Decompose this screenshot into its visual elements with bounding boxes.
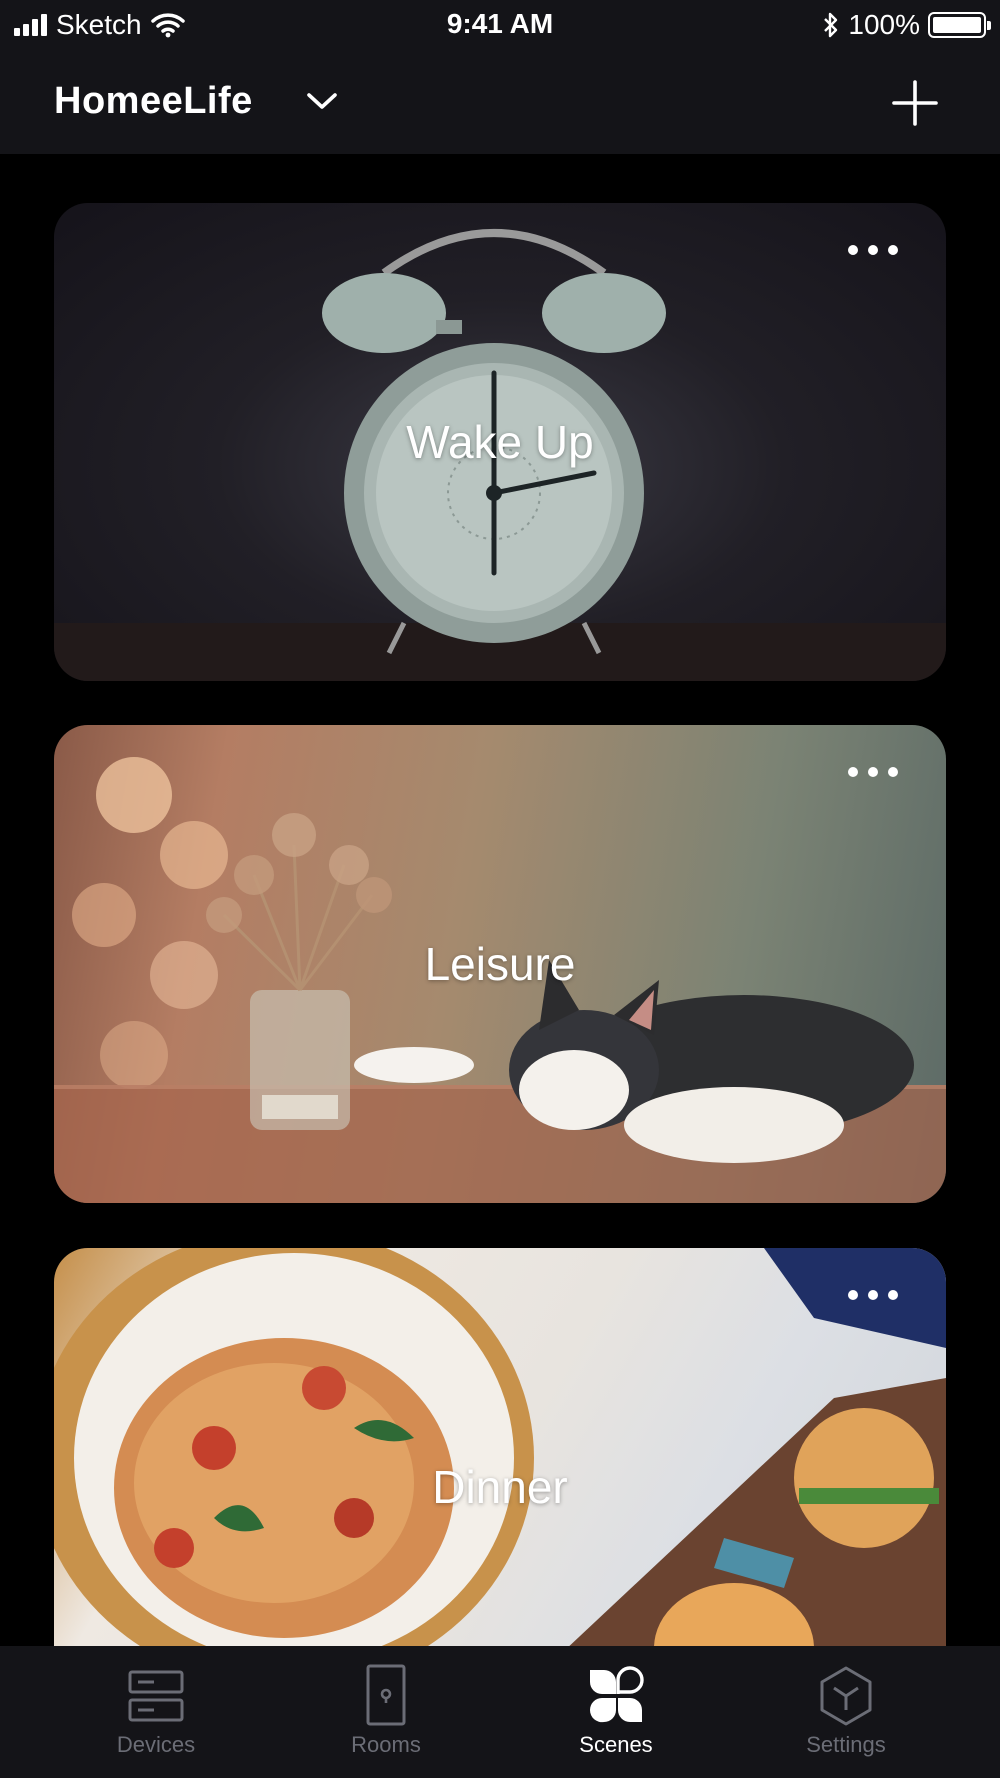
more-icon[interactable] — [848, 1290, 898, 1300]
bluetooth-icon — [824, 12, 838, 38]
battery-icon — [928, 12, 991, 38]
tab-devices[interactable]: Devices — [41, 1646, 271, 1778]
nav-header: HomeeLife — [0, 50, 1000, 154]
add-scene-button[interactable] — [890, 78, 940, 128]
scene-label: Dinner — [432, 1461, 568, 1513]
home-selector-title[interactable]: HomeeLife — [54, 80, 253, 123]
devices-icon — [128, 1670, 184, 1722]
scene-card-leisure[interactable]: Leisure — [54, 725, 946, 1203]
scene-label: Leisure — [424, 938, 576, 990]
tab-settings[interactable]: Settings — [731, 1646, 961, 1778]
chevron-down-icon[interactable] — [304, 86, 340, 116]
more-icon[interactable] — [848, 767, 898, 777]
scene-label: Wake Up — [406, 416, 594, 468]
tab-rooms[interactable]: Rooms — [271, 1646, 501, 1778]
status-right: 100% — [822, 8, 991, 42]
scene-card-wake-up[interactable]: Wake Up — [54, 203, 946, 681]
tab-label: Settings — [806, 1732, 886, 1757]
scenes-icon — [589, 1666, 644, 1723]
door-icon — [366, 1664, 406, 1726]
tab-label: Rooms — [351, 1732, 421, 1757]
battery-percent: 100% — [848, 9, 920, 40]
scene-card-dinner[interactable]: Dinner — [54, 1248, 946, 1646]
status-bar: Sketch 9:41 AM 100% — [0, 0, 1000, 50]
pasta-image — [54, 1248, 946, 1646]
settings-icon — [820, 1666, 872, 1726]
tab-label: Scenes — [579, 1732, 653, 1757]
more-icon[interactable] — [848, 245, 898, 255]
tab-bar: Devices Rooms Scenes Settings — [0, 1646, 1000, 1778]
plus-icon — [892, 80, 938, 126]
tab-label: Devices — [116, 1732, 196, 1757]
scene-list[interactable]: Wake Up Leisure Dinner — [0, 154, 1000, 1646]
tab-scenes[interactable]: Scenes — [501, 1646, 731, 1778]
